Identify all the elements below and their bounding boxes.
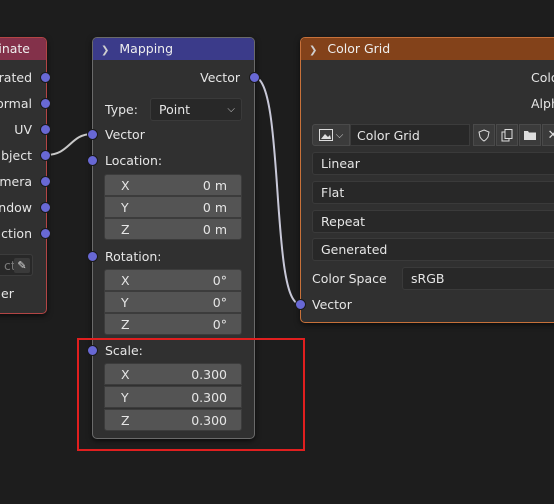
rotation-z-value: 0° bbox=[212, 317, 227, 332]
collapse-chevron-icon[interactable]: ❯ bbox=[101, 40, 109, 60]
scale-y-field[interactable]: Y 0.300 bbox=[104, 386, 242, 408]
location-y-field[interactable]: Y 0 m bbox=[104, 196, 242, 218]
output-camera-label: amera bbox=[0, 174, 32, 189]
output-generated-label: rated bbox=[0, 70, 32, 85]
axis-label: X bbox=[121, 178, 130, 193]
color-space-dropdown[interactable]: sRGB bbox=[402, 267, 554, 290]
location-y-value: 0 m bbox=[202, 200, 227, 215]
axis-label: Y bbox=[121, 295, 129, 310]
texture-coordinate-title: inate bbox=[0, 41, 30, 56]
output-normal-label: ormal bbox=[0, 96, 32, 111]
socket-output-reflection[interactable] bbox=[40, 228, 51, 239]
color-space-value: sRGB bbox=[411, 271, 445, 286]
scale-z-field[interactable]: Z 0.300 bbox=[104, 409, 242, 431]
chevron-down-icon: ⌵ bbox=[227, 104, 235, 115]
scale-y-value: 0.300 bbox=[191, 390, 227, 405]
location-z-value: 0 m bbox=[202, 222, 227, 237]
output-reflection-label: ction bbox=[1, 226, 32, 241]
output-uv-label: UV bbox=[14, 122, 32, 137]
image-icon bbox=[318, 129, 333, 141]
folder-icon bbox=[524, 131, 536, 140]
location-label: Location: bbox=[105, 153, 163, 168]
type-label: Type: bbox=[105, 102, 138, 117]
output-object-label: bject bbox=[1, 148, 32, 163]
mapping-title: Mapping bbox=[119, 41, 174, 56]
location-x-value: 0 m bbox=[202, 178, 227, 193]
socket-output-uv[interactable] bbox=[40, 124, 51, 135]
axis-label: Y bbox=[121, 390, 129, 405]
output-color-label: Colo bbox=[531, 70, 554, 85]
axis-label: Y bbox=[121, 200, 129, 215]
socket-output-normal[interactable] bbox=[40, 98, 51, 109]
rotation-x-field[interactable]: X 0° bbox=[104, 269, 242, 291]
mapping-header[interactable]: ❯ Mapping bbox=[93, 38, 254, 60]
rotation-y-value: 0° bbox=[212, 295, 227, 310]
color-space-label: Color Space bbox=[312, 271, 387, 286]
shield-icon bbox=[478, 128, 490, 142]
mapping-output-vector-label: Vector bbox=[200, 70, 240, 85]
output-window-label: ndow bbox=[0, 200, 32, 215]
texture-coordinate-header[interactable]: inate bbox=[0, 38, 46, 60]
axis-label: Z bbox=[121, 413, 130, 428]
unlink-image-button[interactable]: ✕ bbox=[542, 124, 554, 146]
image-name: Color Grid bbox=[357, 128, 420, 143]
location-z-field[interactable]: Z 0 m bbox=[104, 218, 242, 240]
mapping-node[interactable]: ❯ Mapping Vector Type: Point ⌵ Vector Lo… bbox=[92, 37, 255, 439]
axis-label: Z bbox=[121, 317, 130, 332]
extension-value: Repeat bbox=[321, 214, 366, 229]
rotation-label: Rotation: bbox=[105, 249, 162, 264]
duplicate-icon bbox=[501, 128, 513, 141]
scale-x-value: 0.300 bbox=[191, 367, 227, 382]
duplicate-image-button[interactable] bbox=[496, 124, 518, 146]
rotation-z-field[interactable]: Z 0° bbox=[104, 313, 242, 335]
type-value: Point bbox=[159, 102, 191, 117]
socket-mapping-output-vector[interactable] bbox=[249, 72, 260, 83]
scale-z-value: 0.300 bbox=[191, 413, 227, 428]
image-name-field[interactable]: Color Grid bbox=[350, 124, 470, 146]
source-value: Generated bbox=[321, 242, 388, 257]
rotation-x-value: 0° bbox=[212, 273, 227, 288]
axis-label: Z bbox=[121, 222, 130, 237]
scale-label: Scale: bbox=[105, 343, 143, 358]
socket-mapping-input-location[interactable] bbox=[87, 155, 98, 166]
color-grid-node[interactable]: ❯ Color Grid Colo Alph ⌵ Color Grid ✕ Li… bbox=[300, 37, 554, 323]
source-dropdown[interactable]: Generated bbox=[312, 238, 554, 261]
link-mapping-to-colorgrid-vector bbox=[253, 76, 301, 305]
object-picker[interactable]: ct ✎ bbox=[0, 254, 33, 276]
collapse-chevron-icon[interactable]: ❯ bbox=[309, 40, 317, 60]
output-alpha-label: Alph bbox=[531, 96, 554, 111]
type-dropdown[interactable]: Point ⌵ bbox=[150, 98, 242, 121]
axis-label: X bbox=[121, 273, 130, 288]
socket-mapping-input-rotation[interactable] bbox=[87, 251, 98, 262]
eyedropper-icon[interactable]: ✎ bbox=[14, 258, 30, 273]
color-grid-title: Color Grid bbox=[327, 41, 391, 56]
interpolation-dropdown[interactable]: Linear bbox=[312, 152, 554, 175]
open-image-button[interactable] bbox=[519, 124, 541, 146]
interpolation-value: Linear bbox=[321, 156, 360, 171]
socket-output-generated[interactable] bbox=[40, 72, 51, 83]
fake-user-button[interactable] bbox=[473, 124, 495, 146]
chevron-down-icon: ⌵ bbox=[335, 129, 344, 141]
image-browse-button[interactable]: ⌵ bbox=[312, 124, 350, 146]
vector-input-label: Vector bbox=[105, 127, 145, 142]
instancer-label: er bbox=[1, 286, 14, 301]
link-uv-to-mapping-vector bbox=[45, 133, 93, 156]
color-grid-header[interactable]: ❯ Color Grid bbox=[301, 38, 554, 60]
axis-label: X bbox=[121, 367, 130, 382]
close-icon: ✕ bbox=[547, 127, 554, 143]
scale-x-field[interactable]: X 0.300 bbox=[104, 363, 242, 385]
location-x-field[interactable]: X 0 m bbox=[104, 174, 242, 196]
socket-mapping-input-vector[interactable] bbox=[87, 129, 98, 140]
projection-value: Flat bbox=[321, 185, 345, 200]
extension-dropdown[interactable]: Repeat bbox=[312, 210, 554, 233]
socket-output-window[interactable] bbox=[40, 202, 51, 213]
socket-output-camera[interactable] bbox=[40, 176, 51, 187]
socket-mapping-input-scale[interactable] bbox=[87, 345, 98, 356]
rotation-y-field[interactable]: Y 0° bbox=[104, 291, 242, 313]
socket-colorgrid-input-vector[interactable] bbox=[295, 299, 306, 310]
projection-dropdown[interactable]: Flat bbox=[312, 181, 554, 204]
colorgrid-vector-input-label: Vector bbox=[312, 297, 352, 312]
socket-output-object[interactable] bbox=[40, 150, 51, 161]
